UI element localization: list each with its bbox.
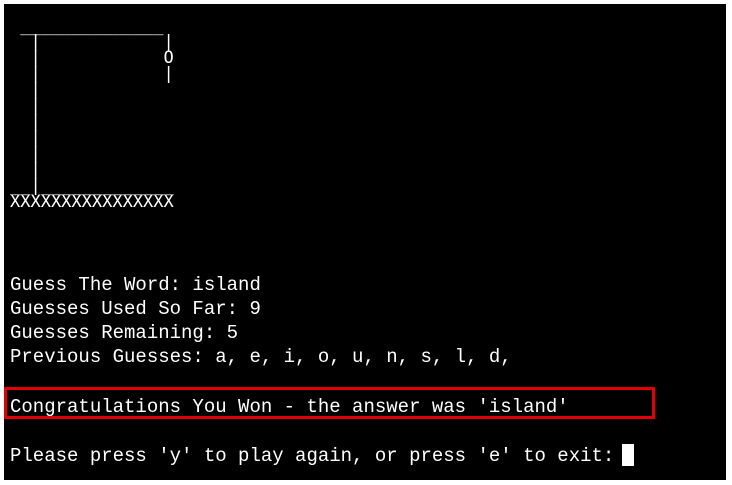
guess-word-line: Guess The Word: island (10, 274, 261, 296)
text-cursor[interactable] (622, 444, 635, 466)
hangman-gallows-art: ______________ | | | O | | | | | | | | _… (10, 16, 174, 212)
previous-guesses-line: Previous Guesses: a, e, i, o, u, n, s, l… (10, 346, 512, 368)
terminal-window[interactable]: ______________ | | | O | | | | | | | | _… (4, 4, 726, 480)
screenshot-frame: ______________ | | | O | | | | | | | | _… (0, 0, 732, 485)
win-message: Congratulations You Won - the answer was… (10, 396, 569, 418)
replay-prompt-line: Please press 'y' to play again, or press… (10, 444, 635, 467)
guesses-used-line: Guesses Used So Far: 9 (10, 298, 261, 320)
replay-prompt-text: Please press 'y' to play again, or press… (10, 445, 615, 467)
guesses-remaining-line: Guesses Remaining: 5 (10, 322, 239, 344)
